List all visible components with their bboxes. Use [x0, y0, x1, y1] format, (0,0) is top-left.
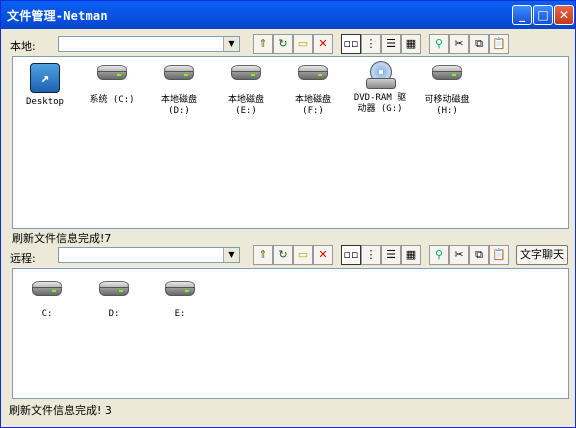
item-label: DVD-RAM 驱 动器 (G:) [353, 93, 407, 114]
list-item-remote-c[interactable]: C: [15, 281, 79, 320]
large-icons-view-icon[interactable]: ▫▫ [341, 245, 361, 265]
text-chat-button[interactable]: 文字聊天 [516, 245, 568, 265]
paste-icon[interactable]: 📋 [489, 245, 509, 265]
window-title: 文件管理-Netman [7, 9, 108, 23]
local-path-combobox[interactable]: ▼ [58, 36, 240, 52]
local-status-text: 刷新文件信息完成!7 [12, 232, 112, 245]
maximize-button[interactable]: □ [533, 5, 553, 25]
local-file-panel[interactable]: ↗ Desktop 系统 (C:) 本地磁盘 (D:) 本地磁盘 (E:) 本地… [12, 56, 569, 229]
list-view-icon[interactable]: ☰ [381, 245, 401, 265]
new-folder-icon[interactable]: ▭ [293, 245, 313, 265]
refresh-icon[interactable]: ↻ [273, 245, 293, 265]
refresh-icon[interactable]: ↻ [273, 34, 293, 54]
item-label: C: [41, 309, 53, 319]
item-label: 本地磁盘 (E:) [227, 95, 264, 116]
drive-icon [99, 281, 129, 299]
paste-icon[interactable]: 📋 [489, 34, 509, 54]
list-item-removable-h[interactable]: 可移动磁盘 (H:) [415, 65, 479, 117]
list-item-drive-c[interactable]: 系统 (C:) [80, 65, 144, 106]
up-folder-icon[interactable]: ⇑ [253, 34, 273, 54]
drive-icon [165, 281, 195, 299]
title-bar[interactable]: 文件管理-Netman _ □ ✕ [1, 1, 575, 29]
list-item-desktop[interactable]: ↗ Desktop [13, 63, 77, 108]
list-view-icon[interactable]: ☰ [381, 34, 401, 54]
delete-icon[interactable]: ✕ [313, 34, 333, 54]
item-label: 系统 (C:) [89, 95, 135, 105]
list-item-drive-f[interactable]: 本地磁盘 (F:) [281, 65, 345, 117]
remote-status-text: 刷新文件信息完成! 3 [9, 404, 112, 417]
new-folder-icon[interactable]: ▭ [293, 34, 313, 54]
drive-icon [97, 65, 127, 83]
list-item-remote-d[interactable]: D: [82, 281, 146, 320]
copy-icon[interactable]: ⧉ [469, 245, 489, 265]
details-view-icon[interactable]: ▦ [401, 245, 421, 265]
copy-icon[interactable]: ⧉ [469, 34, 489, 54]
drive-icon [164, 65, 194, 83]
cut-icon[interactable]: ✂ [449, 245, 469, 265]
item-label: 本地磁盘 (D:) [160, 95, 197, 116]
drive-icon [298, 65, 328, 83]
dvd-drive-icon [366, 61, 396, 89]
item-label: 本地磁盘 (F:) [294, 95, 331, 116]
remote-file-panel[interactable]: C: D: E: [12, 268, 569, 399]
remote-label: 远程: [10, 252, 36, 265]
search-icon[interactable]: ⚲ [429, 34, 449, 54]
item-label: Desktop [26, 97, 64, 107]
list-item-drive-d[interactable]: 本地磁盘 (D:) [147, 65, 211, 117]
item-label: 可移动磁盘 (H:) [424, 95, 470, 116]
list-item-dvd-g[interactable]: DVD-RAM 驱 动器 (G:) [348, 61, 412, 115]
small-icons-view-icon[interactable]: ⋮ [361, 245, 381, 265]
cut-icon[interactable]: ✂ [449, 34, 469, 54]
drive-icon [231, 65, 261, 83]
file-manager-window: 文件管理-Netman _ □ ✕ 本地: ▼ ⇑ ↻ ▭ ✕ ▫▫ ⋮ ☰ ▦… [0, 0, 576, 428]
desktop-icon: ↗ [30, 63, 60, 93]
local-label: 本地: [10, 40, 36, 53]
delete-icon[interactable]: ✕ [313, 245, 333, 265]
details-view-icon[interactable]: ▦ [401, 34, 421, 54]
minimize-button[interactable]: _ [512, 5, 532, 25]
item-label: E: [174, 309, 186, 319]
large-icons-view-icon[interactable]: ▫▫ [341, 34, 361, 54]
drive-icon [32, 281, 62, 299]
drive-icon [432, 65, 462, 83]
remote-path-combobox[interactable]: ▼ [58, 247, 240, 263]
item-label: D: [108, 309, 120, 319]
chevron-down-icon[interactable]: ▼ [223, 248, 239, 262]
chevron-down-icon[interactable]: ▼ [223, 37, 239, 51]
list-item-drive-e[interactable]: 本地磁盘 (E:) [214, 65, 278, 117]
search-icon[interactable]: ⚲ [429, 245, 449, 265]
up-folder-icon[interactable]: ⇑ [253, 245, 273, 265]
list-item-remote-e[interactable]: E: [148, 281, 212, 320]
small-icons-view-icon[interactable]: ⋮ [361, 34, 381, 54]
close-button[interactable]: ✕ [554, 5, 574, 25]
